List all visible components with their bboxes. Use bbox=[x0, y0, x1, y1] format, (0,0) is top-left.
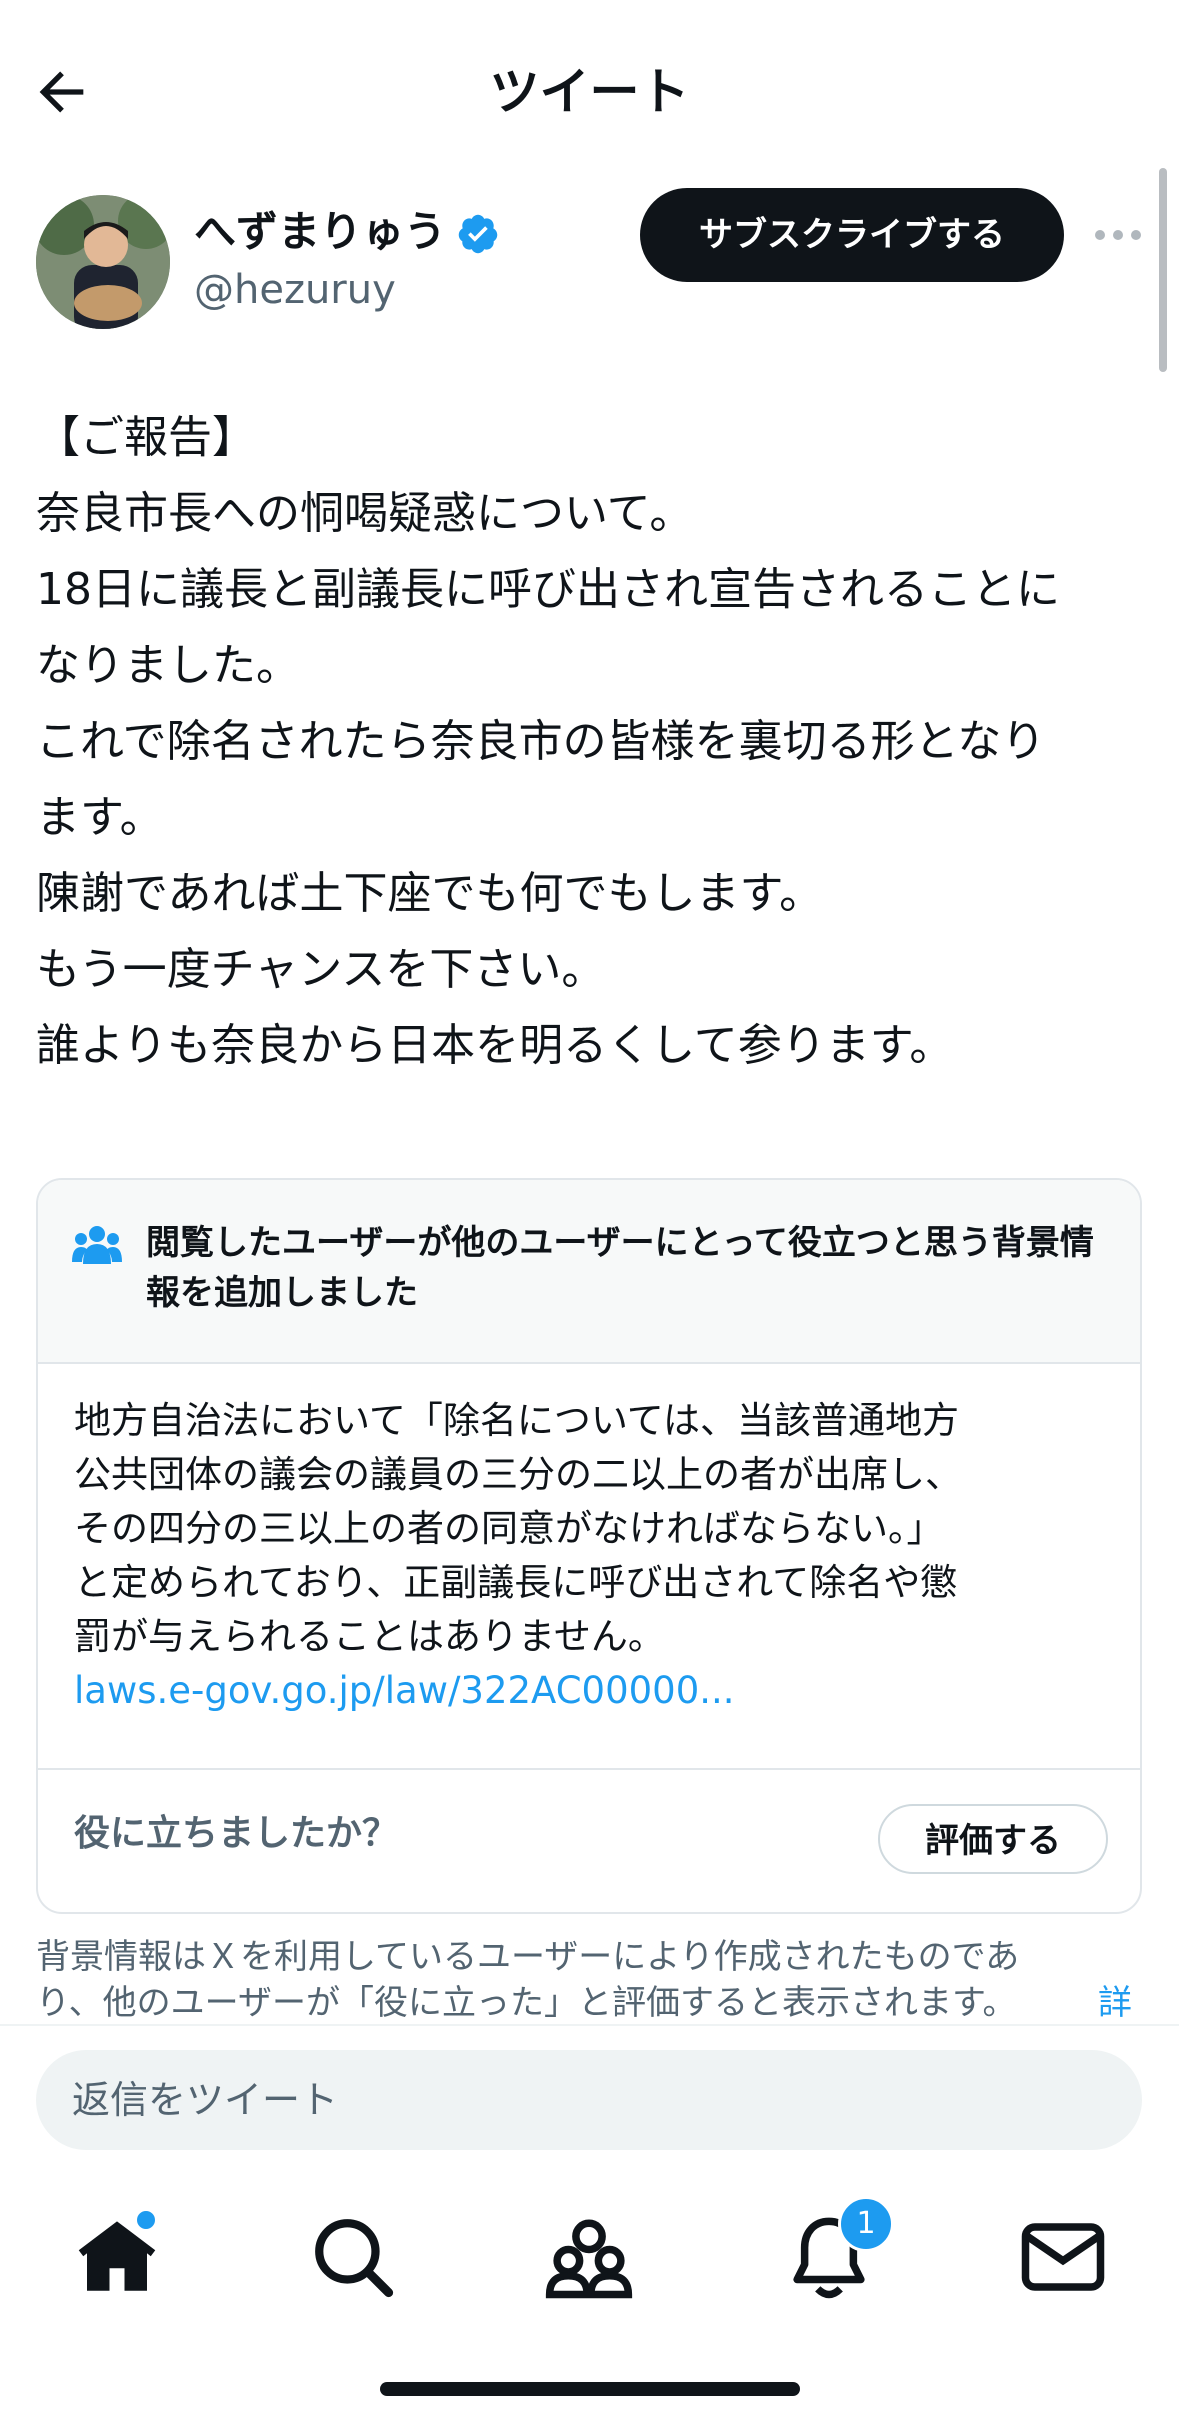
tweet-line: 陳謝であれば土下座でも何でもします。 bbox=[36, 868, 824, 919]
more-options-icon[interactable] bbox=[1090, 210, 1146, 260]
divider bbox=[0, 2024, 1179, 2026]
home-indicator[interactable] bbox=[380, 2382, 800, 2396]
avatar[interactable] bbox=[36, 195, 170, 329]
learn-more-link[interactable]: 詳 bbox=[1098, 1980, 1132, 2026]
new-content-dot bbox=[134, 2208, 158, 2232]
scrollbar[interactable] bbox=[1159, 168, 1167, 372]
helpful-question: 役に立ちましたか？ bbox=[74, 1813, 399, 1854]
tweet-line: 【ご報告】 bbox=[36, 412, 256, 463]
note-line: と定められており、正副議長に呼び出されて除名や懲 bbox=[74, 1561, 958, 1604]
community-note: 閲覧したユーザーが他のユーザーにとって役立つと思う背景情報を追加しました 地方自… bbox=[36, 1178, 1142, 1914]
tweet-line: 奈良市長への恫喝疑惑について。 bbox=[36, 488, 694, 539]
author-name[interactable]: へずまりゅう bbox=[194, 204, 446, 260]
communities-icon[interactable] bbox=[544, 2212, 634, 2302]
notification-badge: 1 bbox=[838, 2196, 894, 2252]
reply-input[interactable]: 返信をツイート bbox=[36, 2050, 1142, 2150]
people-icon bbox=[72, 1226, 122, 1264]
note-source-link[interactable]: laws.e-gov.go.jp/law/322AC00000... bbox=[74, 1664, 1114, 1718]
tweet-line: もう一度チャンスを下さい。 bbox=[36, 944, 606, 995]
tweet-line: これで除名されたら奈良市の皆様を裏切る形となり bbox=[36, 716, 1046, 767]
page-title: ツイート bbox=[489, 63, 690, 121]
tweet-line: ます。 bbox=[36, 792, 164, 843]
disclaimer-line: り、他のユーザーが「役に立った」と評価すると表示されます。 bbox=[36, 1983, 1017, 2023]
community-note-body: 地方自治法において「除名については、当該普通地方 公共団体の議会の議員の三分の二… bbox=[74, 1394, 1114, 1718]
verified-badge-icon bbox=[458, 214, 498, 254]
note-line: 地方自治法において「除名については、当該普通地方 bbox=[74, 1399, 960, 1442]
tweet-text: 【ご報告】 奈良市長への恫喝疑惑について。 18日に議長と副議長に呼び出され宣告… bbox=[36, 400, 1156, 1084]
subscribe-button[interactable]: サブスクライブする bbox=[640, 188, 1064, 282]
author-handle[interactable]: @hezuruy bbox=[194, 262, 396, 318]
tweet-line: 誰よりも奈良から日本を明るくして参ります。 bbox=[36, 1020, 954, 1071]
search-icon[interactable] bbox=[308, 2212, 398, 2302]
rate-button[interactable]: 評価する bbox=[878, 1804, 1108, 1874]
note-line: 罰が与えられることはありません。 bbox=[74, 1615, 665, 1658]
note-line: 公共団体の議会の議員の三分の二以上の者が出席し、 bbox=[74, 1453, 962, 1496]
note-line: その四分の三以上の者の同意がなければならない。」 bbox=[74, 1507, 944, 1550]
community-note-header: 閲覧したユーザーが他のユーザーにとって役立つと思う背景情報を追加しました bbox=[38, 1180, 1140, 1364]
divider bbox=[38, 1768, 1140, 1770]
community-note-title: 閲覧したユーザーが他のユーザーにとって役立つと思う背景情報を追加しました bbox=[146, 1223, 1094, 1313]
disclaimer-line: 背景情報はＸを利用しているユーザーにより作成されたものであ bbox=[36, 1937, 1020, 1977]
tweet-line: なりました。 bbox=[36, 640, 300, 691]
tweet-line: 18日に議長と副議長に呼び出され宣告されることに bbox=[36, 564, 1060, 615]
note-disclaimer: 背景情報はＸを利用しているユーザーにより作成されたものであ り、他のユーザーが「… bbox=[36, 1934, 1136, 2024]
messages-icon[interactable] bbox=[1018, 2212, 1108, 2302]
